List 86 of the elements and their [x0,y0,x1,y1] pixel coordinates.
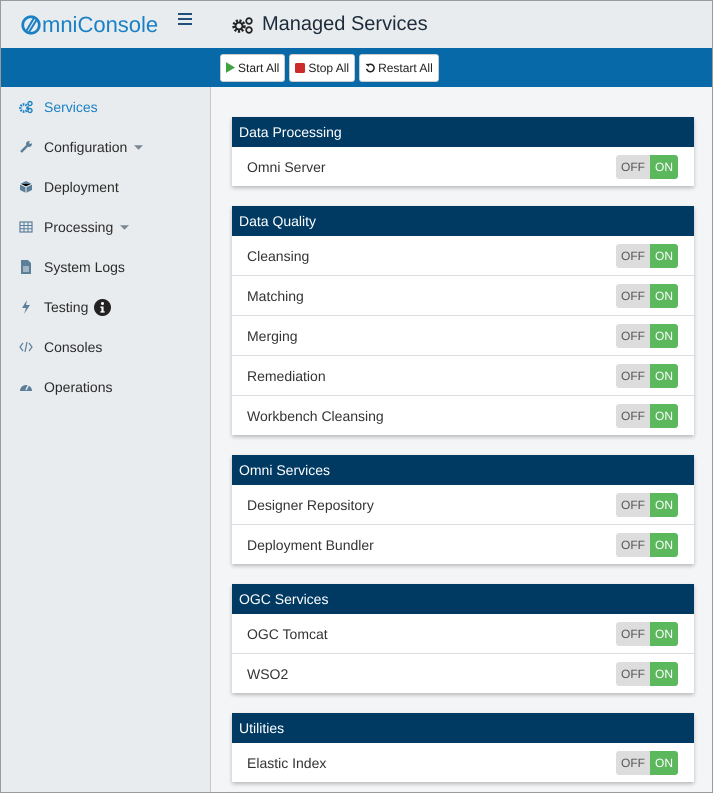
cube-icon [19,180,33,194]
sidebar-label: Testing [44,299,88,315]
group-title: Data Processing [239,124,342,140]
sidebar-item[interactable]: Testing [1,287,210,327]
on-label: ON [650,532,678,556]
on-label: ON [650,492,678,516]
sidebar-label: System Logs [44,259,125,275]
sidebar-item[interactable]: Configuration [1,127,210,167]
toggle-switch[interactable]: OFF ON [616,662,678,686]
group-title: Omni Services [239,462,330,478]
service-name: Elastic Index [247,754,326,770]
code-icon [19,340,33,354]
service-name: OGC Tomcat [247,626,328,642]
off-label: OFF [616,284,650,308]
sidebar-item[interactable]: Operations [1,367,210,407]
sidebar-label: Operations [44,379,112,395]
toggle-switch[interactable]: OFF ON [616,532,678,556]
service-name: Designer Repository [247,496,374,512]
on-label: ON [650,284,678,308]
play-icon [226,62,235,73]
service-name: WSO2 [247,666,288,682]
service-name: Omni Server [247,158,326,174]
caret-icon [134,144,144,150]
table-icon [19,220,33,234]
off-label: OFF [616,404,650,428]
service-name: Merging [247,328,298,344]
stop-icon [295,62,306,72]
logo-icon [20,14,42,36]
sidebar-label: Deployment [44,179,119,195]
toggle-switch[interactable]: OFF ON [616,750,678,774]
sidebar-item[interactable]: Services [1,87,210,127]
service-name: Deployment Bundler [247,536,374,552]
gears-icon [19,100,33,114]
on-label: ON [650,364,678,388]
bolt-icon [19,300,33,314]
off-label: OFF [616,662,650,686]
restart-icon [365,62,376,72]
document-icon [19,260,33,274]
on-label: ON [650,404,678,428]
toggle-switch[interactable]: OFF ON [616,154,678,178]
off-label: OFF [616,492,650,516]
off-label: OFF [616,750,650,774]
page-title: Managed Services [262,13,428,36]
sidebar-item[interactable]: System Logs [1,247,210,287]
sidebar-label: Consoles [44,339,102,355]
start-button[interactable]: Start All [220,54,286,82]
off-label: OFF [616,622,650,646]
service-name: Workbench Cleansing [247,408,384,424]
service-name: Cleansing [247,248,310,264]
caret-icon [120,224,130,230]
gears-icon [232,16,254,34]
off-label: OFF [616,244,650,268]
toggle-switch[interactable]: OFF ON [616,364,678,388]
sidebar-label: Processing [44,219,114,235]
toggle-switch[interactable]: OFF ON [616,492,678,516]
toggle-switch[interactable]: OFF ON [616,622,678,646]
group-title: Utilities [239,720,284,736]
sidebar-label: Configuration [44,139,128,155]
off-label: OFF [616,532,650,556]
sidebar-item[interactable]: Consoles [1,327,210,367]
off-label: OFF [616,154,650,178]
info-icon [94,298,112,316]
group-title: OGC Services [239,591,328,607]
on-label: ON [650,622,678,646]
toggle-switch[interactable]: OFF ON [616,404,678,428]
wrench-icon [19,140,33,154]
stop-button[interactable]: Stop All [289,54,356,82]
toggle-switch[interactable]: OFF ON [616,324,678,348]
logo-text: mniConsole [42,12,158,38]
restart-button[interactable]: Restart All [359,54,439,82]
service-name: Remediation [247,368,326,384]
on-label: ON [650,244,678,268]
on-label: ON [650,324,678,348]
on-label: ON [650,154,678,178]
off-label: OFF [616,364,650,388]
off-label: OFF [616,324,650,348]
menu-icon[interactable] [178,13,192,25]
toggle-switch[interactable]: OFF ON [616,284,678,308]
on-label: ON [650,750,678,774]
sidebar-item[interactable]: Processing [1,207,210,247]
service-name: Matching [247,288,304,304]
sidebar-label: Services [44,99,98,115]
on-label: ON [650,662,678,686]
toggle-switch[interactable]: OFF ON [616,244,678,268]
group-title: Data Quality [239,213,316,229]
sidebar-item[interactable]: Deployment [1,167,210,207]
